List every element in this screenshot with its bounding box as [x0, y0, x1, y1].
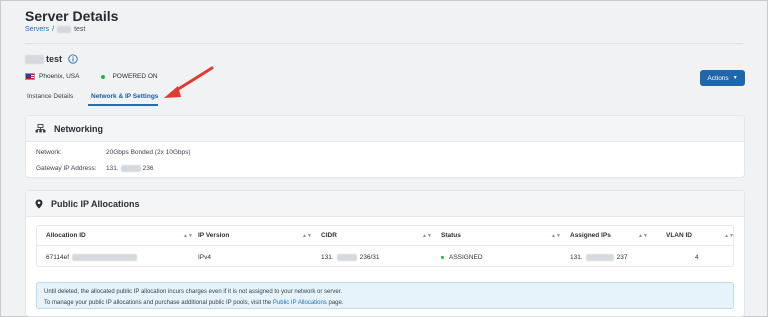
public-ip-card: Public IP Allocations Allocation ID ▲▼ I… — [25, 190, 745, 317]
assigned-suffix: 237 — [616, 253, 628, 261]
power-status-dot — [101, 74, 106, 79]
info-notice: Until deleted, the allocated public IP a… — [36, 282, 734, 309]
chevron-down-icon: ▼ — [732, 75, 738, 81]
sort-icon[interactable]: ▲▼ — [551, 233, 561, 239]
cell-vlan-id: 4 — [695, 253, 699, 261]
col-cidr[interactable]: CIDR — [321, 232, 337, 239]
server-name: test — [25, 54, 78, 64]
cell-status: ASSIGNED — [441, 254, 483, 261]
server-name-text: test — [46, 54, 63, 64]
cidr-suffix: 236/31 — [359, 253, 380, 261]
public-ip-header: Public IP Allocations — [26, 191, 744, 217]
col-assigned-ips[interactable]: Assigned IPs — [570, 232, 611, 239]
sort-icon[interactable]: ▲▼ — [638, 233, 648, 239]
annotation-arrow-icon — [164, 66, 214, 98]
location-pin-icon — [35, 199, 43, 208]
gateway-label: Gateway IP Address: — [36, 165, 97, 172]
actions-button[interactable]: Actions ▼ — [700, 70, 745, 86]
networking-card: Networking Network: 20Gbps Bonded (2x 10… — [25, 115, 745, 178]
cidr-redacted — [336, 253, 357, 261]
network-icon — [35, 124, 46, 133]
public-ip-allocations-link[interactable]: Public IP Allocations — [273, 300, 327, 306]
server-name-redacted — [25, 54, 44, 64]
status-dot — [441, 255, 444, 259]
sort-icon[interactable]: ▲▼ — [724, 233, 734, 239]
networking-header: Networking — [26, 116, 744, 142]
network-row: Network: 20Gbps Bonded (2x 10Gbps) — [36, 149, 191, 156]
info-icon[interactable] — [68, 54, 78, 64]
assigned-prefix: 131. — [570, 253, 583, 261]
notice-line-1: Until deleted, the allocated public IP a… — [44, 289, 343, 295]
allocation-id-redacted — [72, 253, 138, 261]
cidr-prefix: 131. — [321, 253, 334, 261]
status-badge: ASSIGNED — [449, 253, 483, 261]
tab-network-ip-settings[interactable]: Network & IP Settings — [91, 93, 158, 100]
power-status: POWERED ON — [112, 73, 158, 80]
tab-instance-details[interactable]: Instance Details — [27, 93, 73, 100]
notice-line-2-post: page. — [326, 300, 344, 306]
col-status[interactable]: Status — [441, 232, 461, 239]
ip-allocations-table: Allocation ID ▲▼ IP Version ▲▼ CIDR ▲▼ S… — [36, 225, 734, 267]
network-label: Network: — [36, 149, 62, 156]
public-ip-title: Public IP Allocations — [51, 198, 140, 209]
page-title: Server Details — [25, 8, 119, 24]
cell-ip-version: IPv4 — [198, 253, 212, 261]
col-ip-version[interactable]: IP Version — [198, 232, 229, 239]
sort-icon[interactable]: ▲▼ — [183, 233, 193, 239]
breadcrumb-separator: / — [52, 26, 55, 33]
col-vlan-id[interactable]: VLAN ID — [666, 232, 692, 239]
active-tab-underline — [88, 104, 158, 106]
assigned-redacted — [585, 253, 614, 261]
cell-assigned-ips: 131. 237 — [570, 253, 628, 261]
breadcrumb-redacted-name — [57, 26, 72, 33]
server-location: Phoenix, USA — [39, 73, 80, 80]
col-allocation-id[interactable]: Allocation ID — [46, 232, 86, 239]
networking-title: Networking — [54, 123, 104, 134]
header-divider — [25, 43, 743, 44]
sort-icon[interactable]: ▲▼ — [302, 233, 312, 239]
network-value: 20Gbps Bonded (2x 10Gbps) — [106, 149, 191, 156]
gateway-redacted — [120, 165, 141, 172]
notice-line-2: To manage your public IP allocations and… — [44, 298, 726, 309]
actions-button-label: Actions — [707, 74, 729, 82]
breadcrumb-servers-link[interactable]: Servers — [25, 26, 49, 33]
server-meta: Phoenix, USA POWERED ON — [25, 73, 158, 80]
sort-icon[interactable]: ▲▼ — [422, 233, 432, 239]
gateway-suffix: 236 — [142, 165, 154, 172]
breadcrumb-current-server: test — [74, 26, 86, 33]
cell-allocation-id: 67114ef — [46, 253, 138, 261]
cell-cidr: 131. 236/31 — [321, 253, 380, 261]
gateway-prefix: 131. — [106, 165, 119, 172]
table-header-row: Allocation ID ▲▼ IP Version ▲▼ CIDR ▲▼ S… — [37, 226, 734, 246]
gateway-row: Gateway IP Address: 131. 236 — [36, 165, 154, 172]
table-row: 67114ef IPv4 131. 236/31 ASSIGNED 131. 2… — [37, 247, 733, 267]
notice-line-2-pre: To manage your public IP allocations and… — [44, 300, 273, 306]
us-flag-icon — [25, 73, 35, 80]
breadcrumb: Servers / test — [25, 26, 85, 33]
allocation-id-prefix: 67114ef — [46, 253, 70, 261]
